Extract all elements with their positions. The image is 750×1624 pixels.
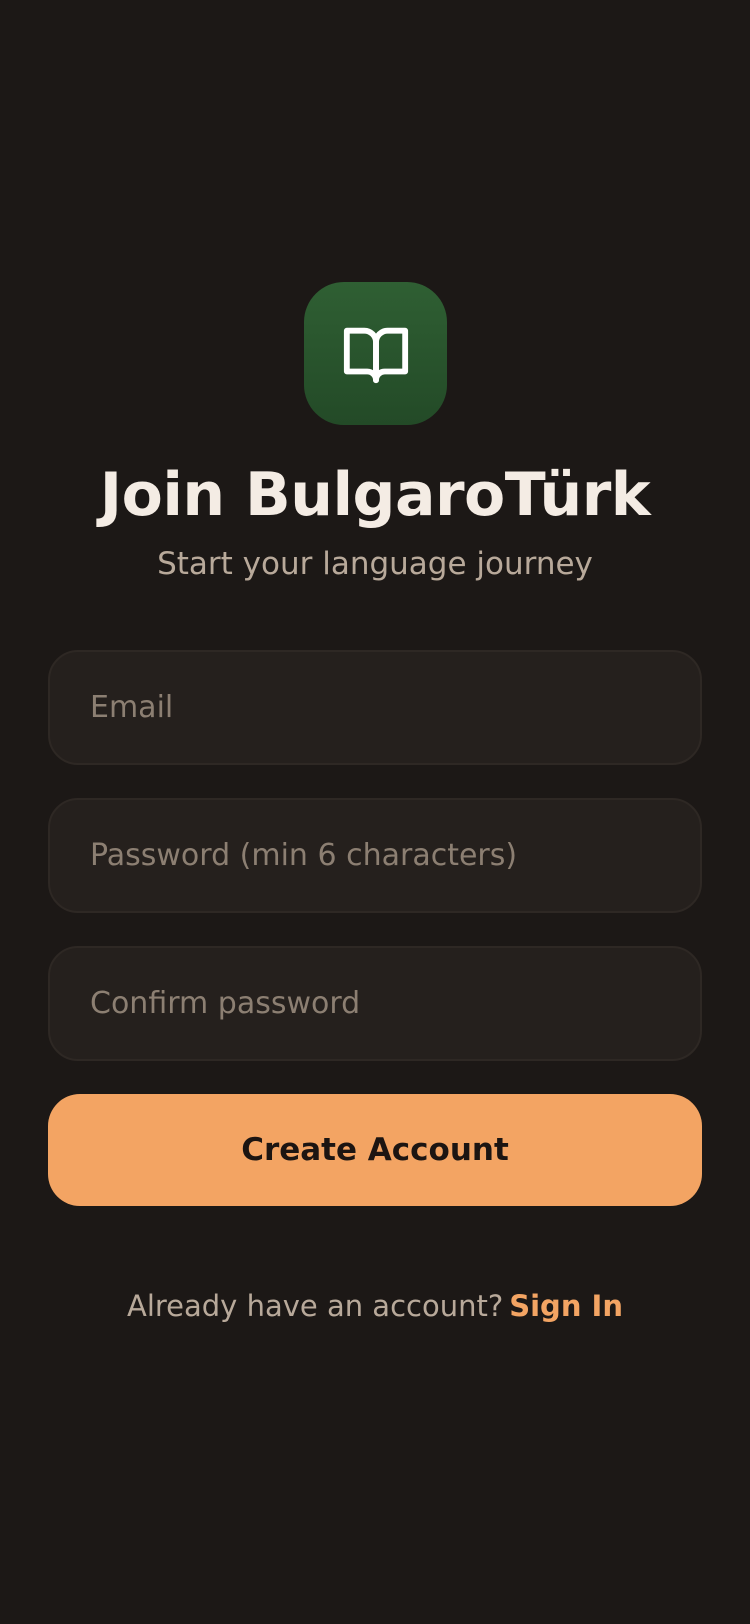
- page-title: Join BulgaroTürk: [99, 460, 651, 530]
- sign-in-link[interactable]: Sign In: [509, 1289, 623, 1323]
- page-subtitle: Start your language journey: [157, 546, 593, 582]
- email-field[interactable]: [48, 650, 702, 765]
- confirm-password-field[interactable]: [48, 946, 702, 1061]
- app-logo: [304, 282, 447, 425]
- signin-prompt-row: Already have an account? Sign In: [0, 1286, 750, 1326]
- create-account-button[interactable]: Create Account: [48, 1094, 702, 1206]
- signup-screen: Join BulgaroTürk Start your language jou…: [0, 0, 750, 1624]
- signin-prompt-text: Already have an account?: [126, 1289, 504, 1323]
- password-field[interactable]: [48, 798, 702, 913]
- open-book-icon: [343, 327, 408, 383]
